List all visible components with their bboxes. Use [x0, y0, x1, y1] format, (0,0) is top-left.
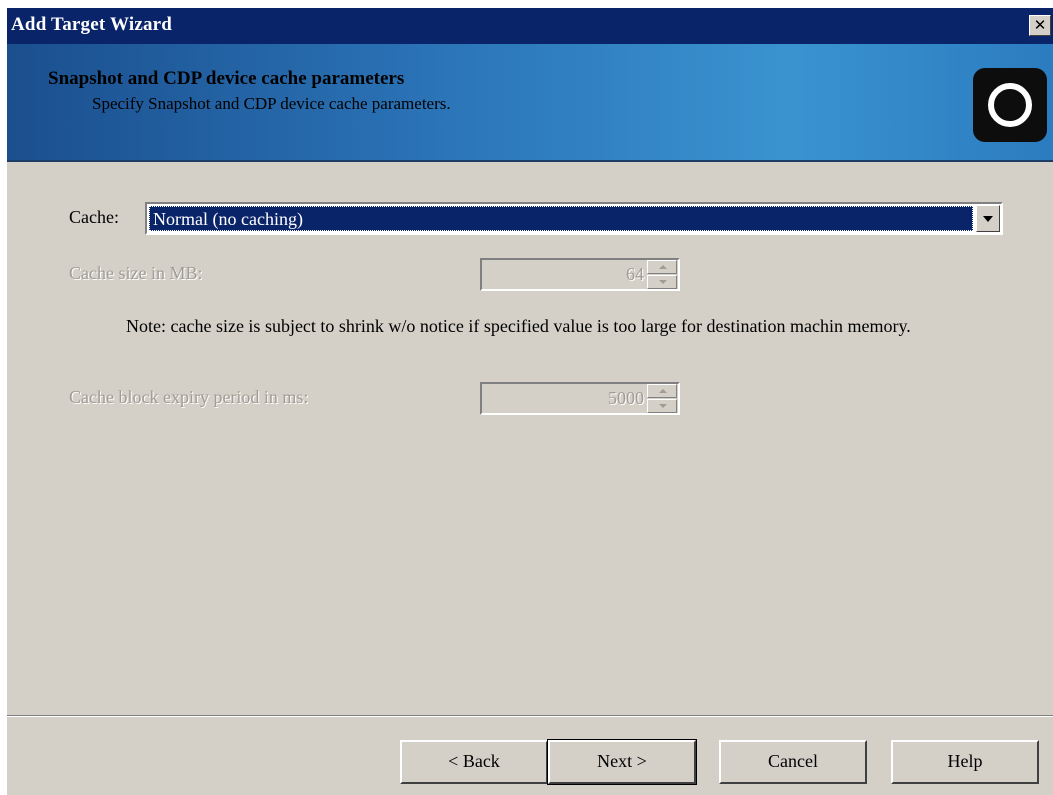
- cache-dropdown-button[interactable]: [976, 205, 1000, 232]
- expiry-increment-button[interactable]: [647, 384, 677, 398]
- cache-size-increment-button[interactable]: [647, 260, 677, 274]
- ring-shape: [988, 83, 1032, 127]
- wizard-dialog: Add Target Wizard ✕ Snapshot and CDP dev…: [7, 8, 1053, 795]
- header-banner: Snapshot and CDP device cache parameters…: [7, 44, 1053, 162]
- arrow-down-icon: [659, 280, 667, 284]
- expiry-decrement-button[interactable]: [647, 399, 677, 413]
- cache-size-label: Cache size in MB:: [69, 263, 203, 283]
- expiry-spinner[interactable]: 5000: [480, 382, 680, 415]
- expiry-label: Cache block expiry period in ms:: [69, 387, 309, 407]
- next-button[interactable]: Next >: [547, 739, 697, 785]
- title-bar[interactable]: Add Target Wizard ✕: [7, 8, 1053, 44]
- expiry-value[interactable]: 5000: [608, 388, 644, 409]
- back-button[interactable]: < Back: [400, 740, 548, 784]
- cache-size-note: Note: cache size is subject to shrink w/…: [126, 316, 911, 336]
- target-ring-icon: [973, 68, 1047, 142]
- cache-size-value[interactable]: 64: [626, 264, 644, 285]
- close-button[interactable]: ✕: [1029, 15, 1051, 36]
- expiry-spin-buttons: [647, 384, 677, 413]
- arrow-down-icon: [659, 404, 667, 408]
- cache-size-spin-buttons: [647, 260, 677, 289]
- footer-divider: [7, 715, 1053, 717]
- arrow-up-icon: [659, 265, 667, 269]
- page-subtitle: Specify Snapshot and CDP device cache pa…: [92, 94, 451, 113]
- cache-size-spinner[interactable]: 64: [480, 258, 680, 291]
- cache-select[interactable]: Normal (no caching): [145, 202, 1003, 235]
- close-icon: ✕: [1033, 16, 1047, 34]
- chevron-down-icon: [983, 216, 993, 222]
- cancel-button[interactable]: Cancel: [719, 740, 867, 784]
- cache-label: Cache:: [69, 207, 119, 227]
- window-title: Add Target Wizard: [11, 14, 173, 35]
- cache-select-value[interactable]: Normal (no caching): [149, 206, 973, 231]
- arrow-up-icon: [659, 389, 667, 393]
- page-title: Snapshot and CDP device cache parameters: [48, 68, 405, 89]
- help-button[interactable]: Help: [891, 740, 1039, 784]
- cache-size-decrement-button[interactable]: [647, 275, 677, 289]
